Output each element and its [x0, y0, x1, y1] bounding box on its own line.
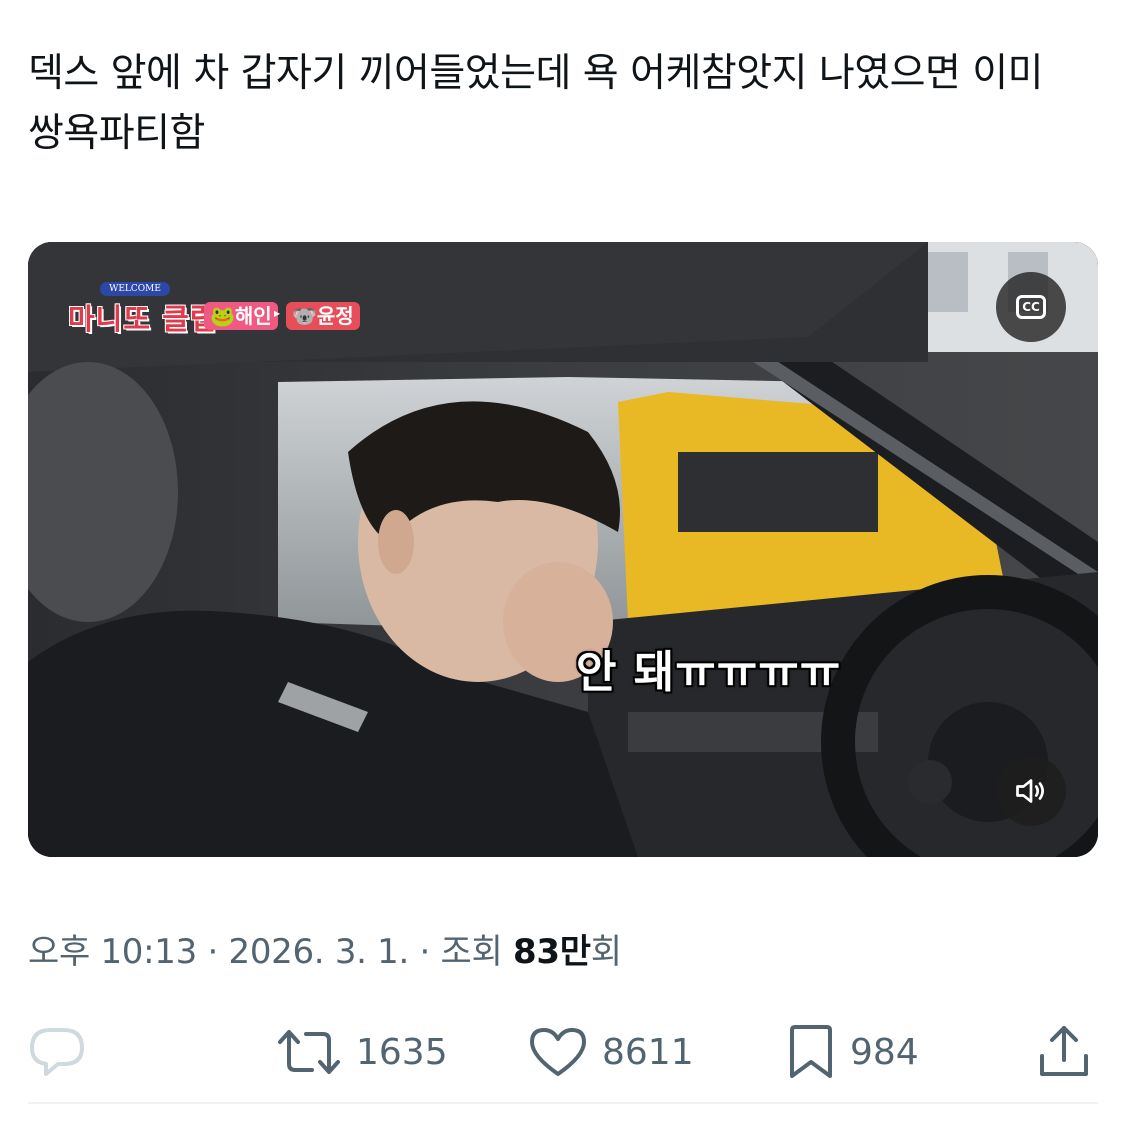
like-button[interactable]: 8611 — [528, 1014, 694, 1090]
tweet-meta: 오후 10:13 · 2026. 3. 1. · 조회 83만회 — [28, 924, 622, 973]
show-logo: 마니또 클럽 — [68, 302, 218, 336]
share-button[interactable] — [1036, 1014, 1092, 1090]
meta-separator: · — [409, 932, 441, 972]
closed-captions-button[interactable]: CC — [996, 272, 1066, 342]
closed-captions-icon: CC — [1016, 295, 1046, 319]
tweet-time[interactable]: 오후 10:13 — [28, 932, 197, 972]
manitto-tag-from: 🐸해인 — [204, 302, 278, 330]
reply-bubble-icon — [30, 1028, 84, 1076]
bookmark-icon — [790, 1025, 832, 1078]
video-player[interactable]: WELCOME 마니또 클럽 🐸해인 ▸ 🐨윤정 안 돼ㅠㅠㅠㅠ CC — [28, 242, 1098, 857]
views-count: 83 — [513, 932, 560, 972]
retweet-icon — [278, 1030, 340, 1074]
bookmark-button[interactable]: 984 — [786, 1014, 919, 1090]
views-unit: 만 — [559, 932, 591, 972]
mute-button[interactable] — [996, 756, 1066, 826]
views-suffix: 회 — [590, 932, 622, 972]
video-subtitle: 안 돼ㅠㅠㅠㅠ — [576, 647, 842, 698]
meta-separator: · — [196, 932, 229, 972]
tweet-text: 덱스 앞에 차 갑자기 끼어들었는데 욕 어케참앗지 나였으면 이미 쌍욕파티함 — [28, 51, 1044, 156]
tag-arrow: ▸ — [274, 306, 281, 320]
manitto-tag-to: 🐨윤정 — [286, 302, 360, 330]
tweet-actions: 1635 8611 984 — [0, 1014, 1124, 1090]
views-label: 조회 — [440, 932, 514, 972]
retweet-button[interactable]: 1635 — [276, 1014, 448, 1090]
heart-icon — [530, 1028, 586, 1076]
like-count: 8611 — [602, 1031, 694, 1073]
speaker-muted-icon — [1016, 779, 1044, 803]
show-logo-badge: WELCOME — [100, 282, 170, 296]
share-icon — [1040, 1026, 1088, 1076]
bottom-divider — [28, 1102, 1098, 1104]
retweet-count: 1635 — [356, 1031, 448, 1073]
reply-button[interactable] — [28, 1014, 86, 1090]
bookmark-count: 984 — [850, 1031, 919, 1073]
tweet-date[interactable]: 2026. 3. 1. — [228, 932, 409, 972]
